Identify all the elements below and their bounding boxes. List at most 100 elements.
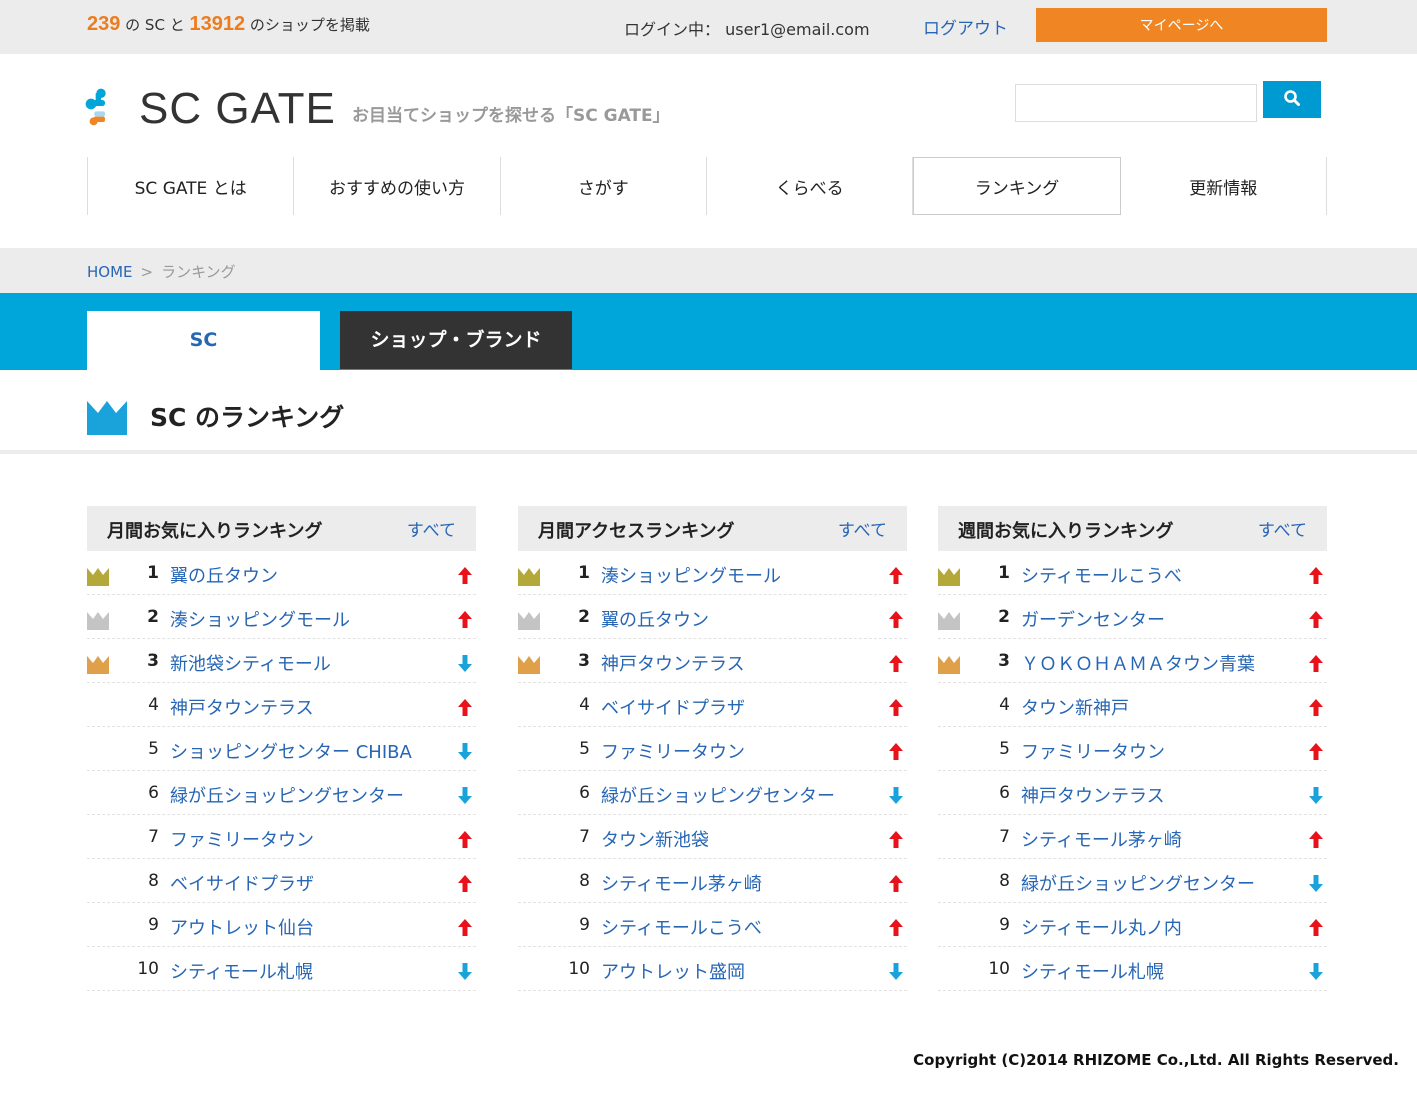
sc-name-link[interactable]: 翼の丘タウン — [601, 606, 709, 632]
rank-number: 5 — [579, 739, 590, 759]
see-all-link[interactable]: すべて — [838, 516, 887, 541]
sc-name-link[interactable]: アウトレット盛岡 — [601, 958, 745, 984]
ranking-header: 月間お気に入りランキング すべて — [87, 506, 476, 551]
sc-name-link[interactable]: ガーデンセンター — [1021, 606, 1165, 632]
sc-name-link[interactable]: ファミリータウン — [170, 826, 314, 852]
arrow-down-icon — [458, 963, 472, 980]
arrow-up-icon — [889, 831, 903, 848]
rank-number: 2 — [147, 607, 159, 627]
sc-name-link[interactable]: ベイサイドプラザ — [170, 870, 314, 896]
logout-link[interactable]: ログアウト — [923, 14, 1008, 39]
rank-number: 8 — [148, 871, 159, 891]
sc-name-link[interactable]: 神戸タウンテラス — [1021, 782, 1165, 808]
sc-name-link[interactable]: シティモール丸ノ内 — [1021, 914, 1182, 940]
rank-number: 1 — [578, 563, 590, 583]
ranking-row: 9 シティモールこうべ — [518, 903, 907, 947]
breadcrumb-home[interactable]: HOME — [87, 263, 133, 281]
arrow-up-icon — [1309, 919, 1323, 936]
ranking-row: 10 シティモール札幌 — [938, 947, 1327, 991]
sc-name-link[interactable]: 神戸タウンテラス — [170, 694, 314, 720]
see-all-link[interactable]: すべて — [407, 516, 456, 541]
sc-name-link[interactable]: タウン新池袋 — [601, 826, 709, 852]
ranking-row: 3 新池袋シティモール — [87, 639, 476, 683]
rank-number: 6 — [579, 783, 590, 803]
arrow-down-icon — [458, 787, 472, 804]
tab-sc[interactable]: SC — [87, 311, 320, 370]
search-input[interactable] — [1015, 84, 1257, 122]
sc-name-link[interactable]: 緑が丘ショッピングセンター — [1021, 870, 1255, 896]
sc-name-link[interactable]: タウン新神戸 — [1021, 694, 1129, 720]
nav-search[interactable]: さがす — [501, 157, 707, 215]
ranking-row: 9 アウトレット仙台 — [87, 903, 476, 947]
arrow-up-icon — [889, 567, 903, 584]
see-all-link[interactable]: すべて — [1258, 516, 1307, 541]
ranking-row: 6 緑が丘ショッピングセンター — [518, 771, 907, 815]
arrow-up-icon — [458, 611, 472, 628]
ranking-row: 5 ファミリータウン — [938, 727, 1327, 771]
rank-number: 9 — [999, 915, 1010, 935]
arrow-up-icon — [1309, 655, 1323, 672]
ranking-row: 1 シティモールこうべ — [938, 551, 1327, 595]
rank-number: 5 — [999, 739, 1010, 759]
breadcrumb-current: ランキング — [161, 263, 236, 281]
nav-howto[interactable]: おすすめの使い方 — [294, 157, 501, 215]
search-icon — [1284, 90, 1300, 106]
sc-name-link[interactable]: シティモール茅ヶ崎 — [1021, 826, 1182, 852]
ranking-column: 週間お気に入りランキング すべて 1 シティモールこうべ 2 ガーデンセンター 3 ＹＯＫＯＨ… — [938, 506, 1327, 991]
sc-name-link[interactable]: アウトレット仙台 — [170, 914, 314, 940]
nav-compare[interactable]: くらべる — [707, 157, 914, 215]
sc-name-link[interactable]: 翼の丘タウン — [170, 562, 278, 588]
sc-count: 239 — [87, 13, 121, 35]
crown-icon — [518, 568, 540, 586]
nav-about[interactable]: SC GATE とは — [88, 157, 295, 215]
ranking-title: 週間お気に入りランキング — [958, 521, 1174, 542]
sc-name-link[interactable]: シティモール札幌 — [170, 958, 313, 984]
crown-icon — [938, 612, 960, 630]
sc-name-link[interactable]: 緑が丘ショッピングセンター — [170, 782, 404, 808]
arrow-down-icon — [1309, 875, 1323, 892]
ranking-title: 月間お気に入りランキング — [107, 521, 323, 542]
sc-name-link[interactable]: 湊ショッピングモール — [170, 606, 350, 632]
arrow-down-icon — [458, 655, 472, 672]
sc-name-link[interactable]: ベイサイドプラザ — [601, 694, 745, 720]
main-nav: SC GATE とは おすすめの使い方 さがす くらべる ランキング 更新情報 — [87, 157, 1327, 215]
sc-gate-logo-icon[interactable] — [85, 78, 125, 138]
mypage-button[interactable]: マイページへ — [1036, 8, 1327, 42]
sc-name-link[interactable]: ファミリータウン — [601, 738, 745, 764]
sc-name-link[interactable]: ファミリータウン — [1021, 738, 1165, 764]
page-title-area: SC のランキング — [0, 370, 1417, 454]
sc-name-link[interactable]: シティモールこうべ — [601, 914, 762, 940]
shop-count: 13912 — [189, 13, 246, 35]
sc-name-link[interactable]: 新池袋シティモール — [170, 650, 331, 676]
ranking-row: 3 神戸タウンテラス — [518, 639, 907, 683]
sc-name-link[interactable]: シティモール札幌 — [1021, 958, 1164, 984]
arrow-down-icon — [1309, 963, 1323, 980]
ranking-row: 6 緑が丘ショッピングセンター — [87, 771, 476, 815]
sc-count-label: の SC と — [125, 16, 185, 34]
arrow-up-icon — [1309, 611, 1323, 628]
search-button[interactable] — [1263, 81, 1321, 118]
ranking-column: 月間アクセスランキング すべて 1 湊ショッピングモール 2 翼の丘タウン 3 神戸タウンテラ… — [518, 506, 907, 991]
sc-name-link[interactable]: シティモールこうべ — [1021, 562, 1182, 588]
login-status: ログイン中： user1@email.com — [624, 20, 870, 39]
rank-number: 2 — [998, 607, 1010, 627]
sc-name-link[interactable]: ショッピングセンター CHIBA — [170, 738, 412, 764]
logo-text[interactable]: SC GATE — [139, 84, 336, 134]
ranking-row: 8 シティモール茅ヶ崎 — [518, 859, 907, 903]
nav-ranking[interactable]: ランキング — [913, 157, 1121, 215]
ranking-row: 2 湊ショッピングモール — [87, 595, 476, 639]
arrow-up-icon — [1309, 567, 1323, 584]
crown-icon — [87, 401, 127, 435]
sc-name-link[interactable]: シティモール茅ヶ崎 — [601, 870, 762, 896]
arrow-up-icon — [889, 655, 903, 672]
tab-shop-brand[interactable]: ショップ・ブランド — [340, 311, 572, 369]
crown-icon — [518, 656, 540, 674]
rank-number: 3 — [147, 651, 159, 671]
nav-updates[interactable]: 更新情報 — [1121, 157, 1327, 215]
sc-name-link[interactable]: 湊ショッピングモール — [601, 562, 781, 588]
sc-name-link[interactable]: 緑が丘ショッピングセンター — [601, 782, 835, 808]
sc-name-link[interactable]: 神戸タウンテラス — [601, 650, 745, 676]
sc-name-link[interactable]: ＹＯＫＯＨＡＭＡタウン青葉 — [1021, 650, 1255, 676]
ranking-row: 8 緑が丘ショッピングセンター — [938, 859, 1327, 903]
rank-number: 9 — [579, 915, 590, 935]
